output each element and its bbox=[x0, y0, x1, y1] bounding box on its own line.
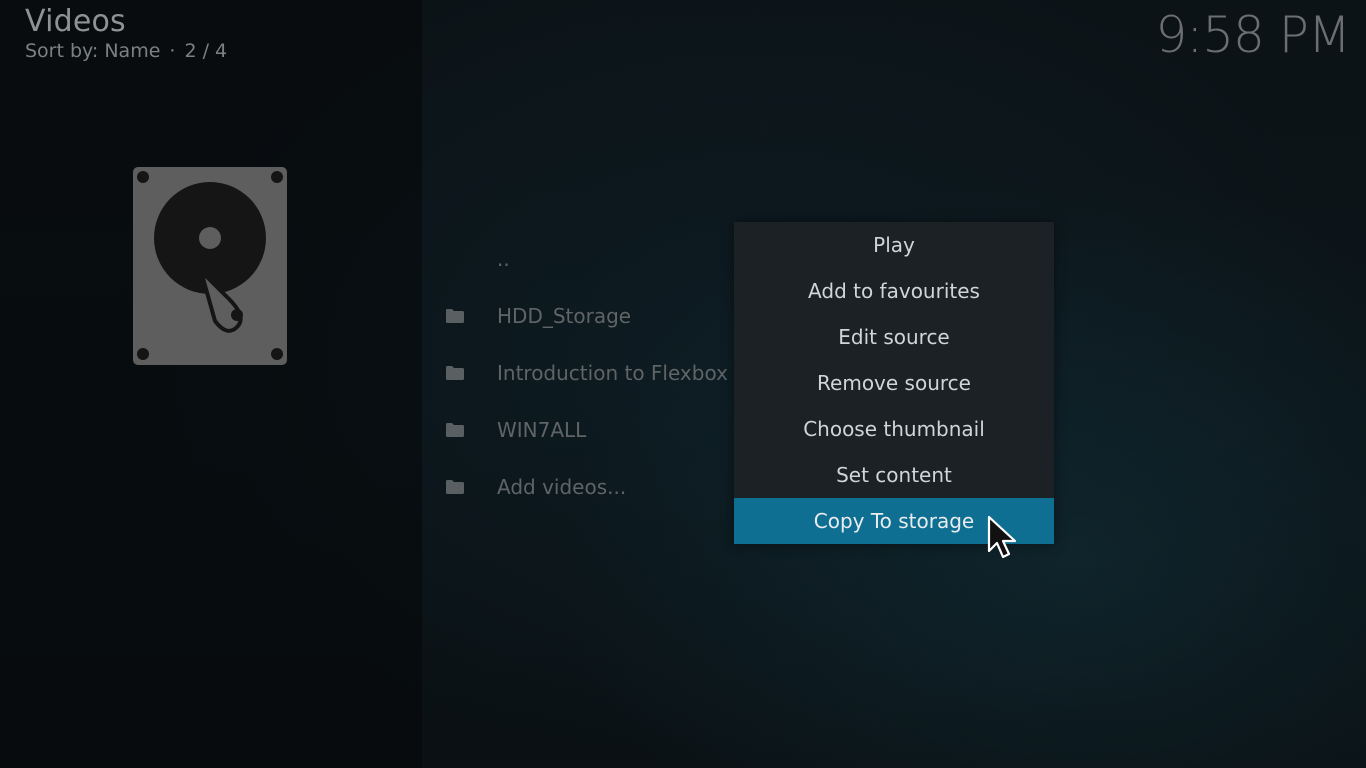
folder-icon bbox=[446, 422, 497, 437]
sort-label[interactable]: Sort by: Name bbox=[25, 40, 160, 62]
list-item-introduction-to-flexbox[interactable]: Introduction to Flexbox bbox=[446, 344, 746, 401]
page-title: Videos bbox=[25, 4, 126, 39]
menu-item-play[interactable]: Play bbox=[734, 222, 1054, 268]
separator: · bbox=[169, 40, 176, 62]
list-item-label: Introduction to Flexbox bbox=[497, 360, 728, 385]
list-item-label: WIN7ALL bbox=[497, 417, 587, 442]
list-item-parent[interactable]: .. bbox=[446, 230, 746, 287]
menu-item-edit-source[interactable]: Edit source bbox=[734, 314, 1054, 360]
list-item-label: .. bbox=[497, 246, 510, 271]
folder-icon bbox=[446, 365, 497, 380]
info-panel bbox=[0, 0, 422, 768]
menu-item-remove-source[interactable]: Remove source bbox=[734, 360, 1054, 406]
list-item-hdd-storage[interactable]: HDD_Storage bbox=[446, 287, 746, 344]
menu-item-set-content[interactable]: Set content bbox=[734, 452, 1054, 498]
hard-drive-icon bbox=[133, 167, 287, 365]
context-menu: Play Add to favourites Edit source Remov… bbox=[734, 222, 1054, 544]
list-item-win7all[interactable]: WIN7ALL bbox=[446, 401, 746, 458]
list-item-label: HDD_Storage bbox=[497, 303, 632, 328]
clock: 9:58 PM bbox=[1155, 6, 1351, 64]
sort-info: Sort by: Name · 2 / 4 bbox=[25, 40, 227, 62]
kodi-videos-screen: Videos Sort by: Name · 2 / 4 9:58 PM .. HD… bbox=[0, 0, 1366, 768]
mouse-pointer-icon bbox=[987, 515, 1017, 559]
folder-icon bbox=[446, 308, 497, 323]
list-item-add-videos[interactable]: Add videos... bbox=[446, 458, 746, 515]
menu-item-choose-thumbnail[interactable]: Choose thumbnail bbox=[734, 406, 1054, 452]
file-list: .. HDD_Storage Introduction to Flexbox W… bbox=[446, 230, 746, 515]
menu-item-add-to-favourites[interactable]: Add to favourites bbox=[734, 268, 1054, 314]
item-position: 2 / 4 bbox=[184, 40, 228, 62]
list-item-label: Add videos... bbox=[497, 474, 627, 499]
folder-icon bbox=[446, 479, 497, 494]
